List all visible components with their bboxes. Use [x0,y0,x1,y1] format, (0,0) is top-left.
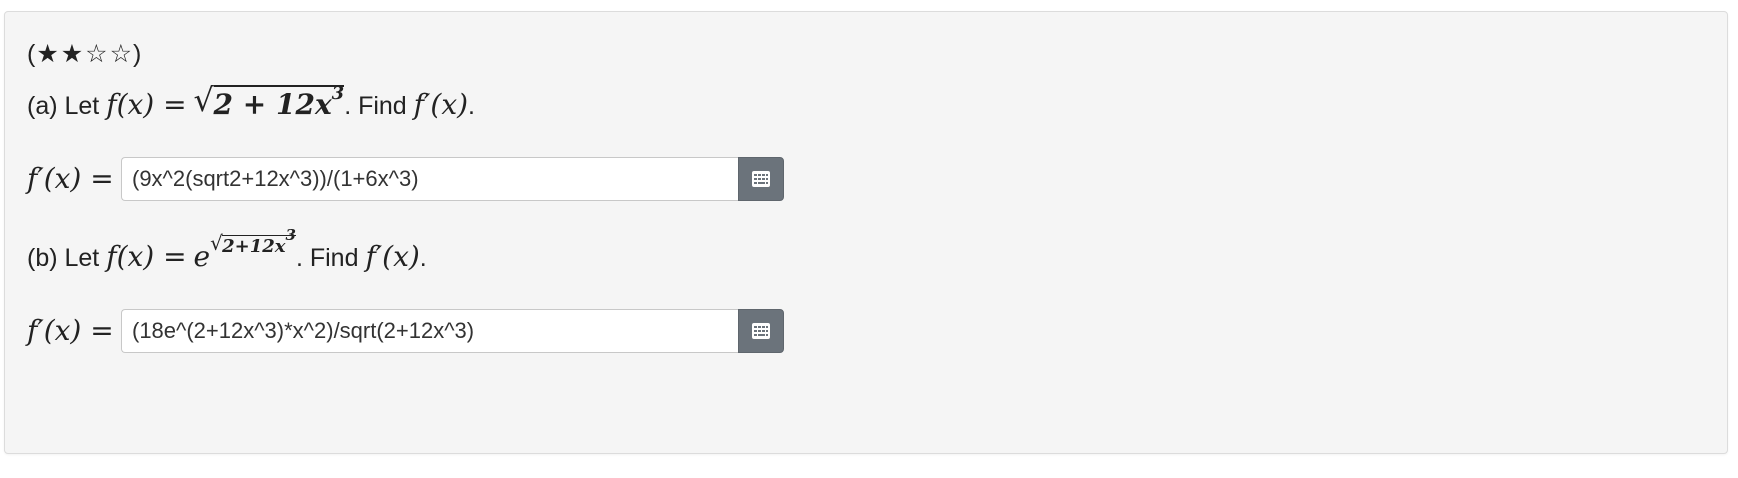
part-b-radicand: 2+12x [222,236,286,257]
part-a-answer-group [121,157,784,201]
part-b-sqrt: √ 2+12x3 [210,226,296,262]
star-empty-icon: ☆ [109,40,133,68]
part-a-answer-input[interactable] [121,157,738,201]
star-filled-icon: ★ [36,40,59,68]
part-b-function-lhs: f(x) = [106,240,187,273]
keypad-icon [752,323,770,339]
part-b-exponent: 3 [285,226,296,244]
part-b-statement: (b) Let f(x) = e √ 2+12x3. Find f′(x). [27,226,427,276]
part-a-function-lhs: f(x) = [106,88,187,121]
part-b-target: f′(x) [365,240,420,273]
part-a-radicand: 2 + 12x [213,88,332,121]
star-filled-icon: ★ [60,40,84,68]
part-a-exponent: 3 [331,83,345,104]
sqrt-icon: √ [193,81,214,119]
star-empty-icon: ☆ [85,40,108,68]
part-b-prefix: (b) Let [27,244,100,272]
part-b-answer-label-text: f′(x) = [27,314,114,347]
part-a-prefix: (a) Let [27,92,100,120]
part-b-base: e [193,240,211,273]
difficulty-open-paren: ( [27,40,36,68]
part-b-suffix: . Find [295,244,359,272]
part-b-mathpad-button[interactable] [738,309,784,353]
part-b-answer-label: f′(x) = [27,316,114,347]
difficulty-rating: (★★☆☆) [27,39,141,69]
difficulty-close-paren: ) [133,40,142,68]
keypad-icon [752,171,770,187]
part-b-answer-input[interactable] [121,309,738,353]
part-b-answer-group [121,309,784,353]
part-a-answer-label-text: f′(x) = [27,162,114,195]
sqrt-icon: √ [210,231,223,255]
part-a-statement: (a) Let f(x) = √ 2 + 12x3 . Find f′(x). [27,83,475,124]
part-a-mathpad-button[interactable] [738,157,784,201]
part-b-end: . [419,244,427,272]
part-a-suffix: . Find [344,92,407,120]
part-a-sqrt: √ 2 + 12x3 [194,83,345,124]
problem-card: (★★☆☆) (a) Let f(x) = √ 2 + 12x3 . Find f… [4,11,1728,454]
part-a-target: f′(x) [413,88,469,121]
part-a-end: . [468,92,475,120]
part-a-answer-label: f′(x) = [27,164,114,195]
